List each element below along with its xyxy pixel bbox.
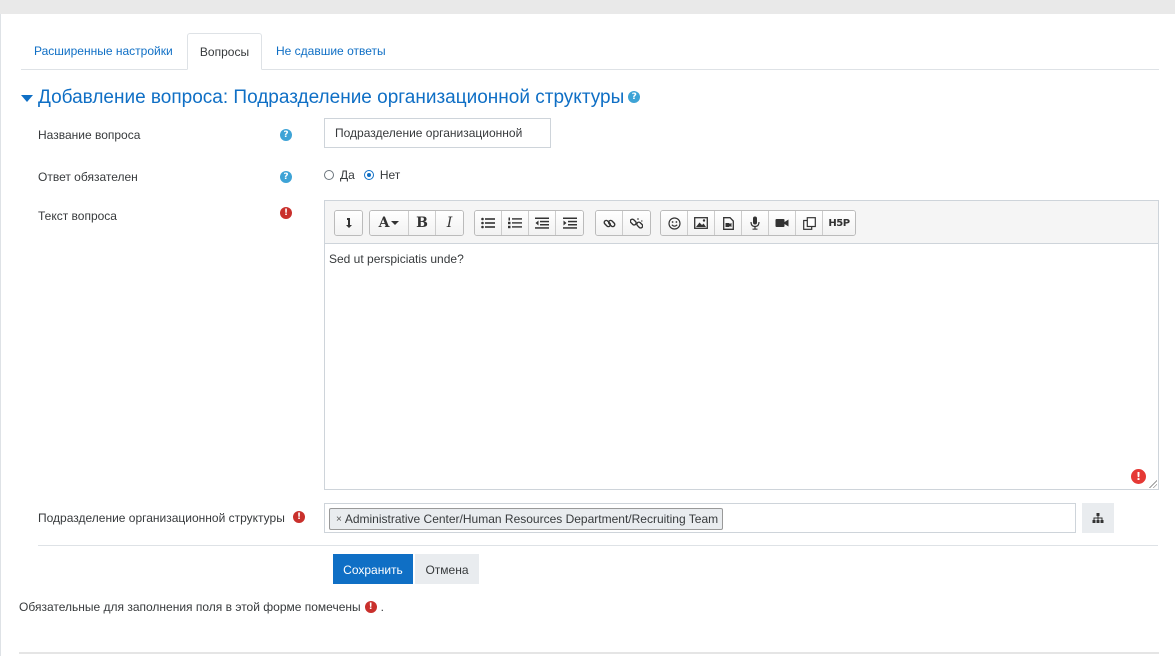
org-tag-label: Administrative Center/Human Resources De… xyxy=(344,512,719,526)
remove-tag-icon[interactable]: × xyxy=(336,514,342,525)
italic-icon[interactable]: I xyxy=(436,211,463,235)
org-unit-label: Подразделение организационной структуры xyxy=(38,511,285,525)
unlink-icon[interactable] xyxy=(623,211,650,235)
font-color-icon[interactable]: A xyxy=(370,211,409,235)
collapse-icon[interactable] xyxy=(335,211,362,235)
required-label: Ответ обязателен xyxy=(38,170,138,184)
outdent-icon[interactable] xyxy=(529,211,556,235)
org-required-icon xyxy=(293,511,305,523)
question-name-help-icon[interactable] xyxy=(280,129,292,141)
radio-no-label: Нет xyxy=(379,168,401,182)
resize-handle[interactable] xyxy=(1149,480,1157,488)
toolbar-group-links xyxy=(595,210,651,236)
tab-advanced-settings[interactable]: Расширенные настройки xyxy=(21,33,186,69)
toolbar-group-style: A B I xyxy=(369,210,464,236)
footnote-required-icon xyxy=(364,600,377,613)
radio-no[interactable] xyxy=(363,170,374,180)
form-divider xyxy=(38,545,1158,546)
save-button[interactable]: Сохранить xyxy=(333,554,413,584)
link-icon[interactable] xyxy=(596,211,623,235)
required-radio-group: Да Нет xyxy=(324,167,409,183)
toolbar-group-collapse xyxy=(334,210,363,236)
h5p-icon[interactable]: H5P xyxy=(823,211,855,235)
question-name-input[interactable]: Подразделение организационной xyxy=(324,118,551,148)
editor-toolbar: A B I H5P xyxy=(325,201,1158,244)
cancel-button[interactable]: Отмена xyxy=(415,554,479,584)
font-color-glyph: A xyxy=(378,215,390,231)
footnote-text: Обязательные для заполнения поля в этой … xyxy=(19,600,361,614)
italic-glyph: I xyxy=(446,215,453,231)
record-audio-icon[interactable] xyxy=(742,211,769,235)
bold-glyph: B xyxy=(416,215,428,231)
bottom-divider xyxy=(19,652,1159,654)
tab-bar: Расширенные настройки Вопросы Не сдавшие… xyxy=(21,33,1159,70)
page: Расширенные настройки Вопросы Не сдавшие… xyxy=(0,14,1175,656)
footnote-end: . xyxy=(380,600,384,614)
required-help-icon[interactable] xyxy=(280,171,292,183)
section-title: Добавление вопроса: Подразделение органи… xyxy=(38,87,641,109)
record-video-icon[interactable] xyxy=(769,211,796,235)
question-text-label: Текст вопроса xyxy=(38,209,117,223)
rich-text-editor: A B I H5P Sed ut perspiciatis unde? ! xyxy=(324,200,1159,490)
emoticon-icon[interactable] xyxy=(661,211,688,235)
bold-icon[interactable]: B xyxy=(409,211,436,235)
org-unit-select[interactable]: × Administrative Center/Human Resources … xyxy=(324,503,1076,533)
tab-questions[interactable]: Вопросы xyxy=(187,33,262,70)
manage-files-icon[interactable] xyxy=(796,211,823,235)
help-icon[interactable] xyxy=(628,90,641,103)
required-fields-note: Обязательные для заполнения поля в этой … xyxy=(19,600,384,614)
radio-yes-label: Да xyxy=(340,168,355,182)
image-icon[interactable] xyxy=(688,211,715,235)
toolbar-group-media: H5P xyxy=(660,210,856,236)
selected-org-tag: × Administrative Center/Human Resources … xyxy=(329,508,724,530)
required-icon xyxy=(280,207,292,219)
h5p-glyph: H5P xyxy=(828,217,850,229)
section-title-text: Добавление вопроса: Подразделение органи… xyxy=(38,87,625,108)
ordered-list-icon[interactable] xyxy=(502,211,529,235)
unordered-list-icon[interactable] xyxy=(475,211,502,235)
error-icon: ! xyxy=(1131,469,1146,484)
tab-not-submitted[interactable]: Не сдавшие ответы xyxy=(263,33,399,69)
sitemap-icon xyxy=(1092,512,1104,523)
question-text-content[interactable]: Sed ut perspiciatis unde? xyxy=(329,252,464,266)
toolbar-group-lists xyxy=(474,210,584,236)
media-icon[interactable] xyxy=(715,211,742,235)
indent-icon[interactable] xyxy=(556,211,583,235)
radio-yes[interactable] xyxy=(324,170,334,180)
org-tree-button[interactable] xyxy=(1082,503,1114,533)
collapse-caret-icon[interactable] xyxy=(21,95,33,102)
question-name-label: Название вопроса xyxy=(38,128,141,142)
